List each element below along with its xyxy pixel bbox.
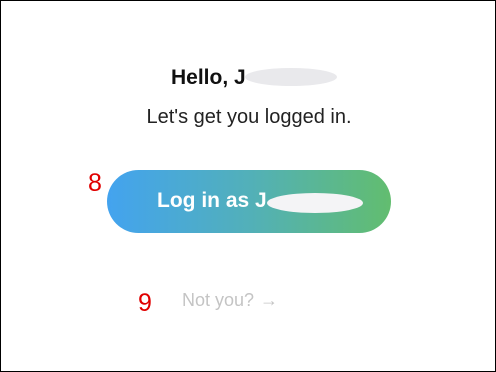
login-button-label: Log in as J xyxy=(157,189,267,212)
not-you-label: Not you? xyxy=(182,290,255,310)
arrow-right-icon: → xyxy=(260,290,279,310)
screen-frame: Hello, J Let's get you logged in. 8 Log … xyxy=(0,0,496,372)
annotation-marker-not-you: 9 xyxy=(138,289,152,317)
annotation-marker-login: 8 xyxy=(88,169,102,197)
hello-text: Hello, J xyxy=(171,66,246,89)
redacted-username xyxy=(267,193,363,213)
greeting-header: Hello, J xyxy=(1,65,496,91)
redacted-name xyxy=(245,68,337,86)
not-you-link[interactable]: Not you? → xyxy=(182,288,278,312)
log-in-as-user-button[interactable]: Log in as J xyxy=(107,170,391,233)
login-subtitle: Let's get you logged in. xyxy=(146,106,352,128)
